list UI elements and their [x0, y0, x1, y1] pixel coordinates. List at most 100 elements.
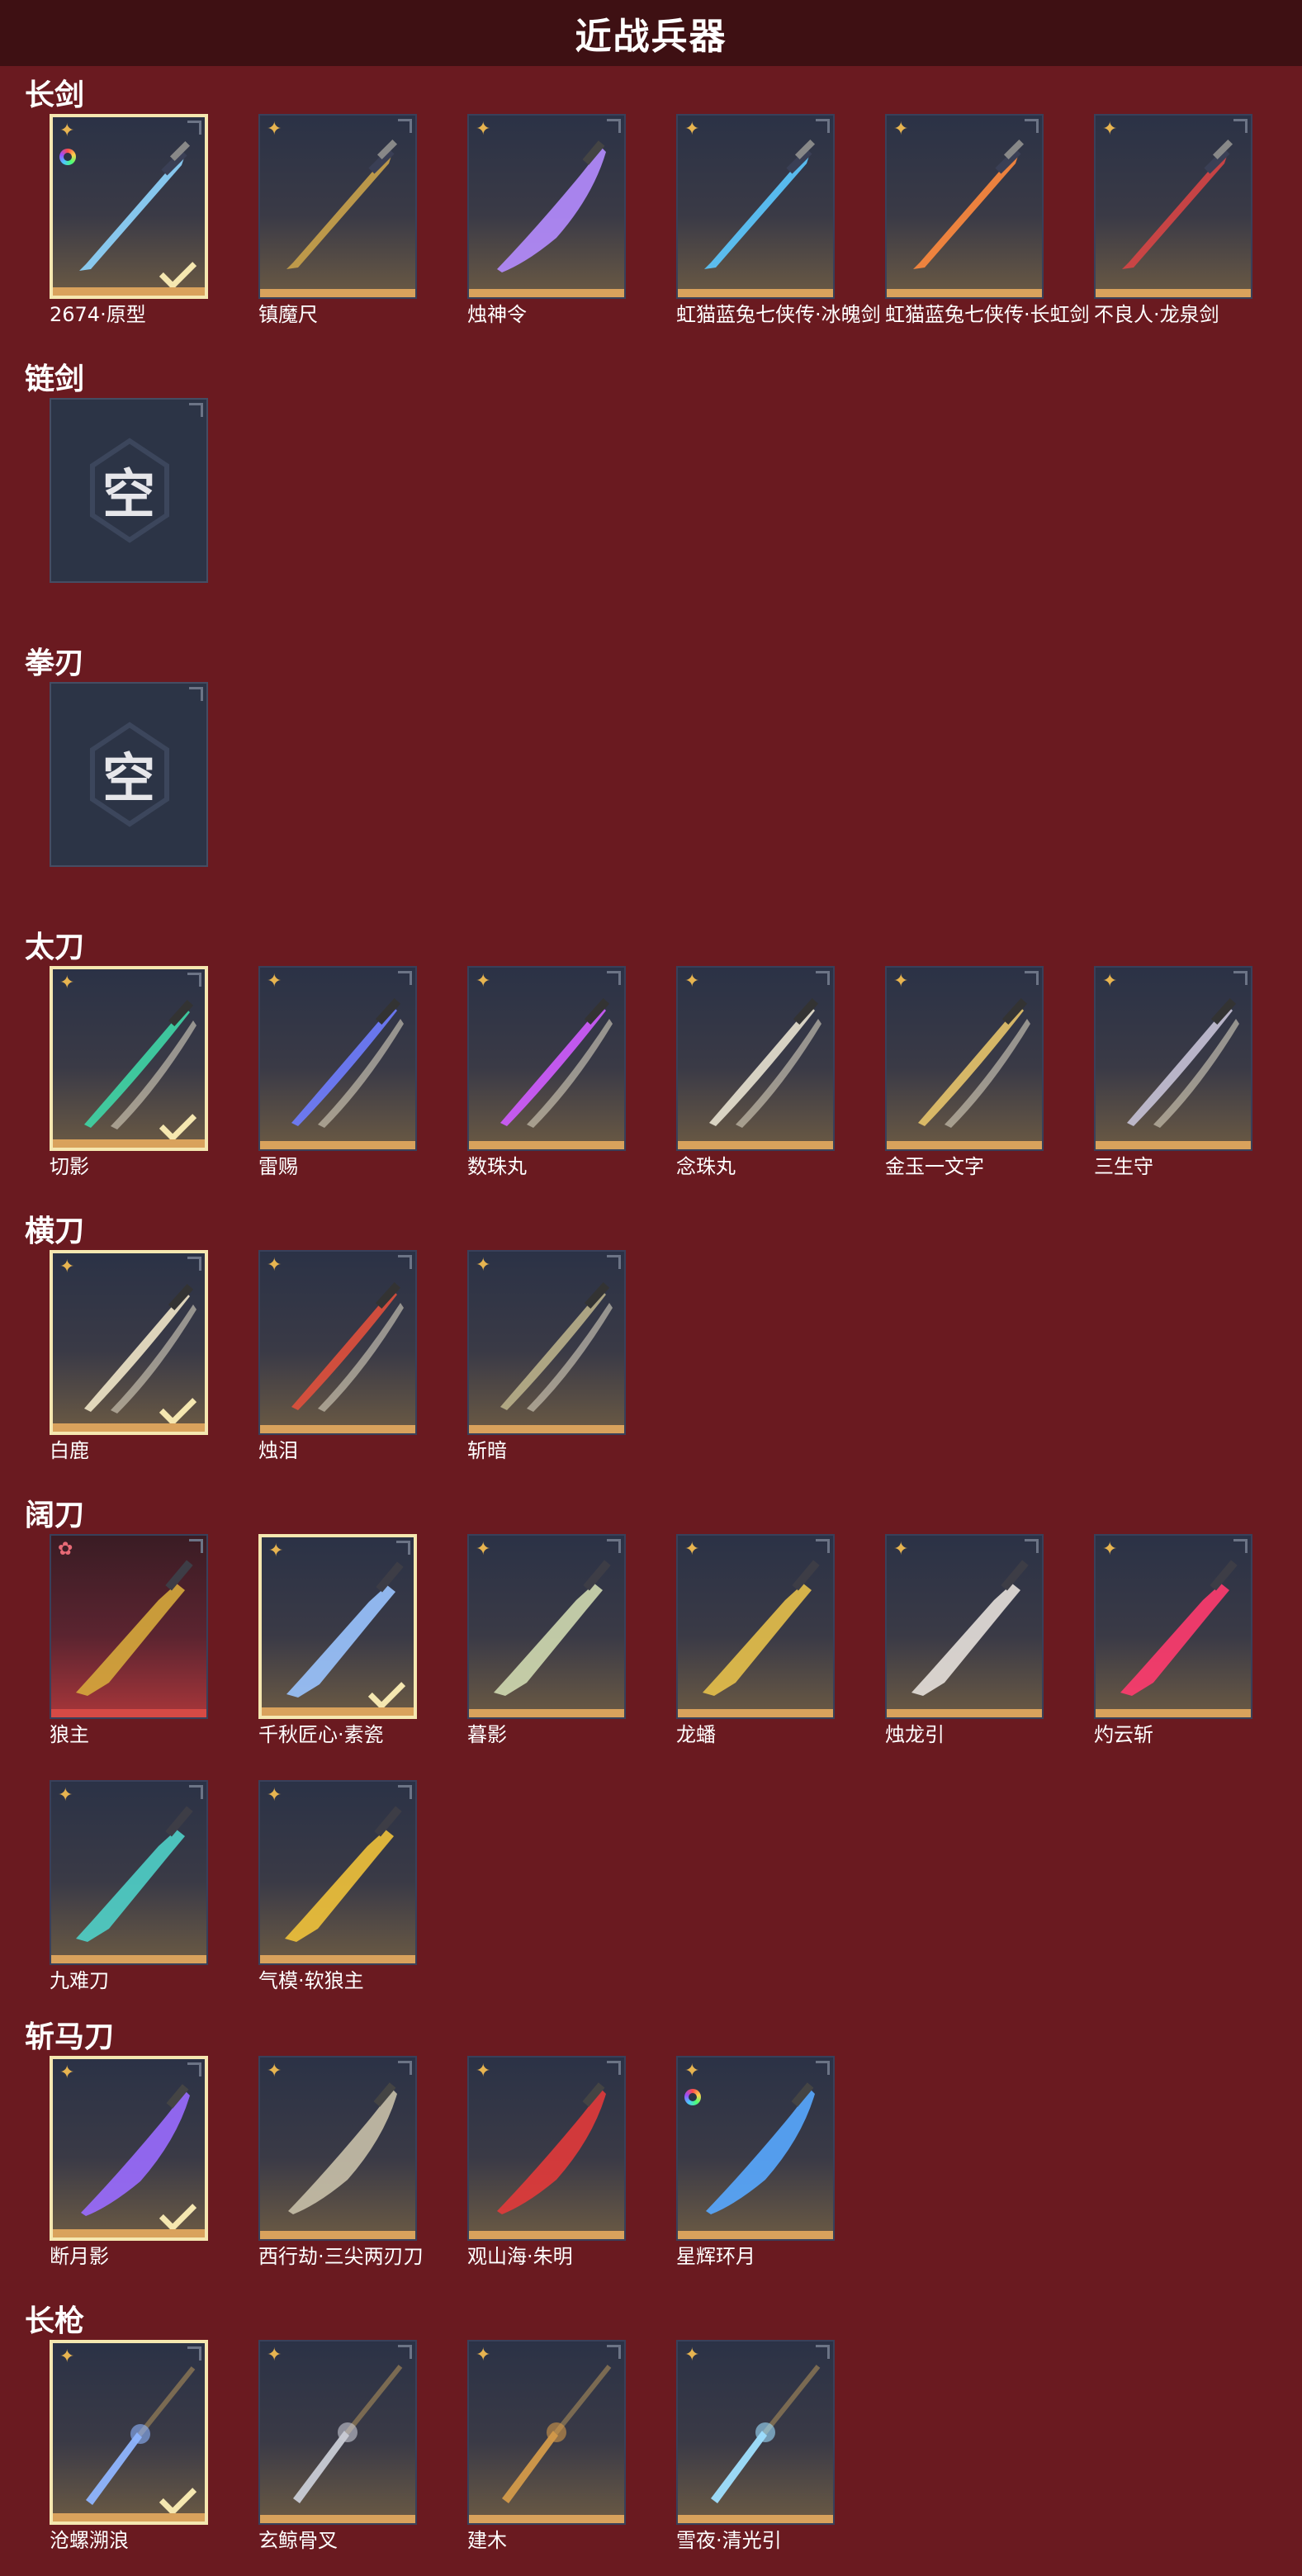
weapon-tile: ✦: [467, 2340, 626, 2525]
weapon-card[interactable]: ✦ 沧螺溯浪: [50, 2340, 208, 2553]
weapon-name: 建木: [467, 2529, 507, 2552]
weapon-card[interactable]: ✦ 虹猫蓝兔七侠传·冰魄剑: [676, 114, 881, 327]
weapon-card[interactable]: ✦ 建木: [467, 2340, 626, 2553]
weapon-grid: 空: [50, 398, 1252, 583]
weapon-tile: 空: [50, 398, 208, 583]
weapon-card[interactable]: ✦ 暮影: [467, 1534, 626, 1747]
title-bar: 近战兵器: [0, 0, 1302, 66]
weapon-name: 烛泪: [258, 1439, 298, 1462]
rarity-star-icon: ✿: [58, 1539, 73, 1560]
weapon-card[interactable]: ✦ 烛神令: [467, 114, 626, 327]
rarity-star-icon: ✦: [476, 1539, 491, 1560]
weapon-card[interactable]: ✦ 烛泪: [258, 1250, 417, 1463]
weapon-name: 金玉一文字: [885, 1155, 984, 1178]
page-title: 近战兵器: [575, 16, 727, 58]
weapon-tile: ✦: [50, 1780, 208, 1965]
weapon-name: 观山海·朱明: [467, 2245, 573, 2268]
weapon-image: [913, 139, 1025, 269]
weapon-tile: ✦: [676, 2340, 835, 2525]
color-ring-icon: [684, 2089, 701, 2105]
weapon-tile: ✦: [676, 114, 835, 299]
weapon-tile: ✦: [258, 1534, 417, 1719]
weapon-card[interactable]: ✦ 烛龙引: [885, 1534, 1044, 1747]
weapon-card[interactable]: ✦ 玄鲸骨叉: [258, 2340, 417, 2553]
section-title: 长枪: [25, 2304, 85, 2338]
weapon-tile: ✦: [1094, 1534, 1252, 1719]
weapon-image: [911, 1560, 1029, 1696]
weapon-card[interactable]: ✦ 金玉一文字: [885, 966, 1044, 1179]
weapon-card[interactable]: ✦ 星辉环月: [676, 2056, 835, 2269]
rarity-star-icon: ✦: [476, 2345, 491, 2365]
weapon-grid: ✦ 断月影 ✦ 西行劫·三尖两刃刀 ✦ 观山海·朱明 ✦ 星辉环月: [50, 2056, 1252, 2269]
weapon-card[interactable]: ✦ 切影: [50, 966, 208, 1179]
weapon-grid: ✿ 狼主 ✦ 千秋匠心·素瓷 ✦ 暮影 ✦ 龙蟠 ✦ 烛龙引 ✦ 灼云斩 ✦ 九难刀 ✦ 气模·…: [50, 1534, 1252, 1993]
weapon-card[interactable]: ✦ 龙蟠: [676, 1534, 835, 1747]
weapon-card[interactable]: ✦ 镇魔尺: [258, 114, 417, 327]
rarity-star-icon: ✦: [684, 2061, 700, 2081]
weapon-card[interactable]: ✦ 三生守: [1094, 966, 1252, 1179]
weapon-grid: 空: [50, 682, 1252, 867]
weapon-image: [918, 998, 1030, 1128]
weapon-card[interactable]: ✦ 雪夜·清光引: [676, 2340, 835, 2553]
weapon-card[interactable]: ✦ 气模·软狼主: [258, 1780, 417, 1993]
weapon-tile: ✦: [258, 1250, 417, 1435]
weapon-name: 雪夜·清光引: [676, 2529, 782, 2552]
weapon-tile: ✦: [50, 966, 208, 1151]
rarity-star-icon: ✦: [59, 2346, 75, 2367]
weapon-tile: ✦: [467, 1534, 626, 1719]
weapon-image: [704, 139, 816, 269]
section-spear: 长枪 ✦ 沧螺溯浪 ✦ 玄鲸骨叉 ✦ 建木 ✦ 雪夜·清光引: [0, 2292, 1302, 2576]
weapon-tile: ✦: [50, 1250, 208, 1435]
weapon-name: 暮影: [467, 1723, 507, 1746]
weapon-card[interactable]: ✦ 白鹿: [50, 1250, 208, 1463]
weapon-image: [703, 1560, 820, 1696]
weapon-image: [709, 998, 821, 1128]
section-title: 长剑: [25, 78, 85, 112]
weapon-image: [76, 1560, 193, 1696]
section-katana: 太刀 ✦ 切影 ✦ 雷赐 ✦ 数珠丸 ✦ 念珠丸 ✦ 金玉一文字 ✦ 三生守: [0, 918, 1302, 1202]
weapon-card[interactable]: ✦ 雷赐: [258, 966, 417, 1179]
weapon-card[interactable]: ✦ 灼云斩: [1094, 1534, 1252, 1747]
rarity-star-icon: ✦: [1102, 1539, 1118, 1560]
weapon-card[interactable]: ✦ 数珠丸: [467, 966, 626, 1179]
weapon-card[interactable]: ✦ 念珠丸: [676, 966, 835, 1179]
weapon-tile: ✦: [1094, 966, 1252, 1151]
weapon-card[interactable]: ✦ 断月影: [50, 2056, 208, 2269]
weapon-card[interactable]: ✦ 不良人·龙泉剑: [1094, 114, 1252, 327]
rarity-star-icon: ✦: [893, 119, 909, 140]
weapon-image: [706, 2082, 815, 2214]
weapon-name: 虹猫蓝兔七侠传·冰魄剑: [676, 303, 881, 326]
weapon-image: [1122, 139, 1233, 269]
weapon-card[interactable]: ✦ 千秋匠心·素瓷: [258, 1534, 417, 1747]
weapon-name: 烛龙引: [885, 1723, 945, 1746]
weapon-tile: 空: [50, 682, 208, 867]
weapon-tile: ✦: [1094, 114, 1252, 299]
weapon-card[interactable]: ✦ 西行劫·三尖两刃刀: [258, 2056, 424, 2269]
weapon-image: [291, 1282, 404, 1412]
rarity-star-icon: ✦: [59, 121, 75, 141]
weapon-name: 镇魔尺: [258, 303, 318, 326]
weapon-card[interactable]: ✦ 观山海·朱明: [467, 2056, 626, 2269]
weapon-card[interactable]: ✦ 2674·原型: [50, 114, 208, 327]
weapon-image: [76, 1806, 193, 1942]
weapon-name: 数珠丸: [467, 1155, 527, 1178]
weapon-name: 切影: [50, 1155, 89, 1178]
empty-slot-card[interactable]: 空: [50, 398, 208, 583]
empty-slot-card[interactable]: 空: [50, 682, 208, 867]
section-title: 拳刃: [25, 646, 85, 680]
section-broadblade: 阔刀 ✿ 狼主 ✦ 千秋匠心·素瓷 ✦ 暮影 ✦ 龙蟠 ✦ 烛龙引 ✦ 灼云斩 ✦ 九难刀 ✦…: [0, 1486, 1302, 2008]
section-title: 斩马刀: [25, 2020, 115, 2054]
weapon-name: 斩暗: [467, 1439, 507, 1462]
rarity-star-icon: ✦: [267, 1785, 282, 1806]
weapon-card[interactable]: ✦ 九难刀: [50, 1780, 208, 1993]
weapon-image: [291, 998, 404, 1128]
weapon-card[interactable]: ✿ 狼主: [50, 1534, 208, 1747]
section-title: 太刀: [25, 930, 85, 964]
weapon-image: [502, 2365, 612, 2503]
weapon-grid: ✦ 白鹿 ✦ 烛泪 ✦ 斩暗: [50, 1250, 1252, 1463]
empty-label: 空: [102, 465, 155, 526]
weapon-card[interactable]: ✦ 虹猫蓝兔七侠传·长虹剑: [885, 114, 1090, 327]
weapon-tile: ✦: [258, 2056, 417, 2241]
weapon-name: 千秋匠心·素瓷: [258, 1723, 384, 1746]
weapon-card[interactable]: ✦ 斩暗: [467, 1250, 626, 1463]
